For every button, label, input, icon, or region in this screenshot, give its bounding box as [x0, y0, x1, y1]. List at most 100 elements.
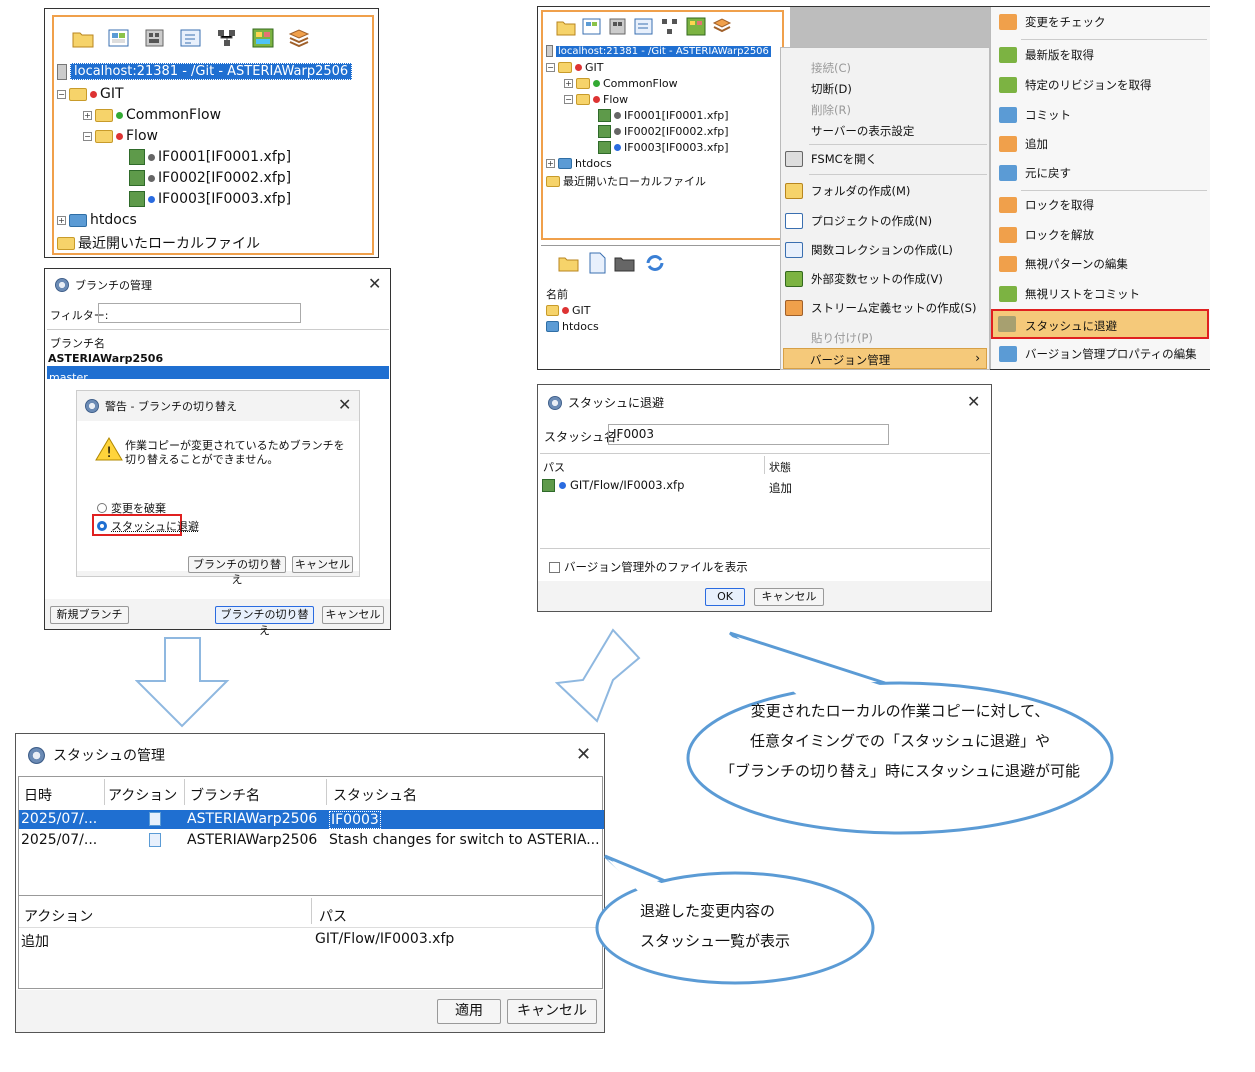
expand-icon[interactable]: +: [564, 79, 573, 88]
submenu-revert[interactable]: 元に戻す: [999, 165, 1071, 181]
submenu-stash-highlight[interactable]: スタッシュに退避: [991, 309, 1209, 339]
close-icon[interactable]: ✕: [338, 395, 351, 414]
expand-icon[interactable]: +: [546, 159, 555, 168]
collapse-icon[interactable]: −: [83, 131, 92, 141]
tree-label: htdocs: [575, 157, 612, 170]
submenu-edit-properties[interactable]: バージョン管理プロパティの編集: [999, 346, 1197, 362]
folder-icon[interactable]: [558, 253, 580, 277]
menu-delete[interactable]: 削除(R): [811, 102, 851, 118]
menu-separator: [809, 144, 987, 145]
new-branch-button[interactable]: 新規ブランチ: [50, 606, 129, 624]
radio-unchecked-icon[interactable]: [97, 503, 107, 513]
menu-create-folder[interactable]: フォルダの作成(M): [785, 183, 910, 199]
tree-item-flow[interactable]: − Flow: [83, 128, 158, 144]
tree-item-if0003[interactable]: IF0003[IF0003.xfp]: [129, 191, 291, 207]
tree-item-git[interactable]: − GIT: [546, 61, 604, 74]
file-icon[interactable]: [588, 252, 606, 278]
flow-tree-icon[interactable]: [215, 27, 239, 49]
bottom-item-git[interactable]: GIT: [546, 304, 591, 317]
close-icon[interactable]: ✕: [576, 744, 591, 765]
apply-button[interactable]: 適用: [437, 999, 501, 1024]
submenu-get-revision[interactable]: 特定のリビジョンを取得: [999, 77, 1152, 93]
tree-root[interactable]: localhost:21381 - /Git - ASTERIAWarp2506: [546, 45, 771, 57]
stream-definition-icon[interactable]: [712, 17, 732, 39]
branch-cancel-button[interactable]: キャンセル: [322, 606, 384, 624]
submenu-check-changes[interactable]: 変更をチェック: [999, 14, 1106, 30]
tree-item-recent[interactable]: 最近開いたローカルファイル: [57, 233, 260, 253]
menu-create-project[interactable]: プロジェクトの作成(N): [785, 213, 932, 229]
branch-row[interactable]: ASTERIAWarp2506: [48, 352, 163, 365]
external-variables-icon[interactable]: [686, 17, 706, 39]
menu-create-function-collection[interactable]: 関数コレクションの作成(L): [785, 242, 953, 258]
folder-icon: [546, 175, 560, 187]
bottom-item-htdocs[interactable]: htdocs: [546, 320, 599, 333]
option-stash[interactable]: スタッシュに退避: [97, 518, 199, 534]
submenu-commit[interactable]: コミット: [999, 107, 1071, 123]
collapse-icon[interactable]: −: [546, 63, 555, 72]
submenu-get-latest[interactable]: 最新版を取得: [999, 47, 1094, 63]
tree-root-label[interactable]: localhost:21381 - /Git - ASTERIAWarp2506: [556, 45, 771, 57]
menu-paste[interactable]: 貼り付け(P): [811, 330, 873, 346]
expand-icon[interactable]: +: [57, 215, 66, 225]
filter-input[interactable]: [98, 303, 301, 323]
menu-open-fsmc[interactable]: FSMCを開く: [785, 151, 877, 167]
branch-row-selected[interactable]: master: [47, 366, 389, 384]
tree-item-htdocs[interactable]: + htdocs: [57, 212, 137, 228]
tree-item-if0002[interactable]: IF0002[IF0002.xfp]: [129, 170, 291, 186]
submenu-edit-ignore[interactable]: 無視パターンの編集: [999, 256, 1128, 272]
menu-disconnect[interactable]: 切断(D): [811, 81, 852, 97]
tree-item-if0002[interactable]: IF0002[IF0002.xfp]: [598, 125, 729, 138]
menu-connect[interactable]: 接続(C): [811, 60, 851, 76]
tree-item-commonflow[interactable]: + CommonFlow: [564, 77, 678, 90]
menu-version-control[interactable]: バージョン管理 ›: [783, 348, 987, 369]
stash-name-input[interactable]: IF0003: [608, 424, 889, 445]
external-variables-icon[interactable]: [251, 27, 275, 49]
close-icon[interactable]: ✕: [368, 274, 381, 293]
submenu-get-lock[interactable]: ロックを取得: [999, 197, 1094, 213]
collapse-icon[interactable]: −: [57, 89, 66, 99]
project-icon[interactable]: [582, 17, 602, 39]
ok-button[interactable]: OK: [705, 588, 745, 606]
close-icon[interactable]: ✕: [967, 392, 980, 411]
stream-icon: [785, 242, 803, 258]
folder-icon[interactable]: [71, 27, 95, 49]
radio-checked-icon[interactable]: [97, 521, 107, 531]
stream-definition-icon[interactable]: [287, 27, 311, 49]
folder-icon[interactable]: [556, 17, 576, 39]
refresh-icon[interactable]: [644, 253, 666, 277]
checkbox-icon[interactable]: [549, 561, 560, 573]
folder-dark-icon[interactable]: [614, 253, 636, 277]
show-unversioned-checkbox[interactable]: バージョン管理外のファイルを表示: [549, 559, 748, 575]
project-icon[interactable]: [107, 27, 131, 49]
tree-item-recent[interactable]: 最近開いたローカルファイル: [546, 173, 706, 189]
stash-cancel-button[interactable]: キャンセル: [754, 588, 824, 606]
tree-item-if0001[interactable]: IF0001[IF0001.xfp]: [129, 149, 291, 165]
stash-manager-cancel-button[interactable]: キャンセル: [507, 999, 597, 1024]
submenu-add[interactable]: 追加: [999, 136, 1048, 152]
menu-server-display[interactable]: サーバーの表示設定: [811, 123, 914, 139]
tree-root[interactable]: localhost:21381 - /Git - ASTERIAWarp2506: [57, 63, 353, 80]
stash-row-icon: [149, 833, 161, 847]
menu-create-stream-definition[interactable]: ストリーム定義セットの作成(S): [785, 300, 976, 316]
tree-item-flow[interactable]: − Flow: [564, 93, 628, 106]
table-row[interactable]: GIT/Flow/IF0003.xfp: [542, 478, 684, 492]
expand-icon[interactable]: +: [83, 110, 92, 120]
warning-cancel-button[interactable]: キャンセル: [292, 556, 353, 573]
function-collection-icon[interactable]: [608, 17, 628, 39]
tree-item-htdocs[interactable]: + htdocs: [546, 157, 612, 170]
function-collection-icon[interactable]: [143, 27, 167, 49]
branch-switch-button[interactable]: ブランチの切り替え: [215, 606, 314, 637]
tree-item-git[interactable]: − GIT: [57, 86, 124, 102]
menu-create-external-variables[interactable]: 外部変数セットの作成(V): [785, 271, 943, 287]
stream-icon[interactable]: [634, 17, 654, 39]
flow-tree-icon[interactable]: [660, 17, 680, 39]
stream-icon[interactable]: [179, 27, 203, 49]
submenu-release-lock[interactable]: ロックを解放: [999, 227, 1094, 243]
tree-root-label[interactable]: localhost:21381 - /Git - ASTERIAWarp2506: [70, 63, 353, 80]
tree-item-if0003[interactable]: IF0003[IF0003.xfp]: [598, 141, 729, 154]
warning-switch-button[interactable]: ブランチの切り替え: [188, 556, 286, 586]
collapse-icon[interactable]: −: [564, 95, 573, 104]
tree-item-commonflow[interactable]: + CommonFlow: [83, 107, 221, 123]
submenu-commit-ignore[interactable]: 無視リストをコミット: [999, 286, 1140, 302]
tree-item-if0001[interactable]: IF0001[IF0001.xfp]: [598, 109, 729, 122]
